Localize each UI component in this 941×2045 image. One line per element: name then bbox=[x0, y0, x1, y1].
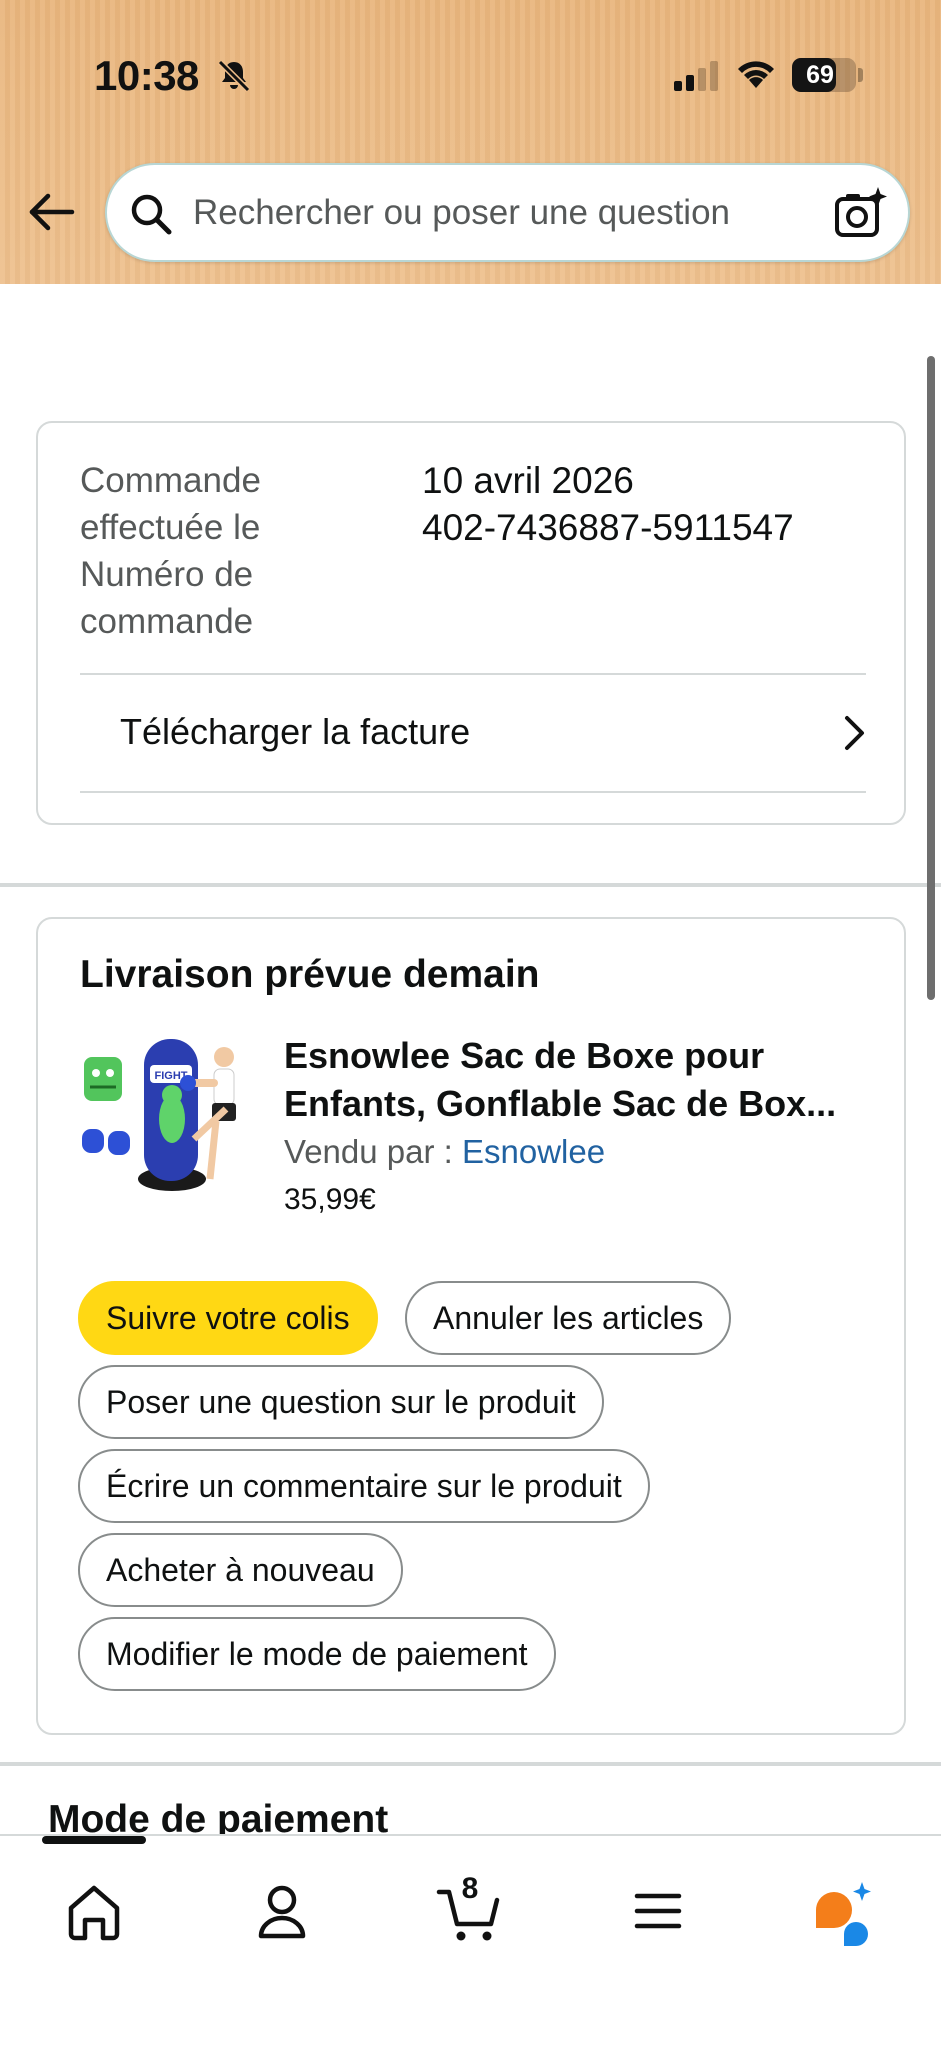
order-date: 10 avril 2026 bbox=[422, 460, 634, 501]
download-invoice-link[interactable]: Télécharger la facture bbox=[80, 675, 866, 791]
chevron-right-icon bbox=[845, 716, 864, 750]
camera-sparkle-icon[interactable] bbox=[833, 185, 889, 241]
track-package-button[interactable]: Suivre votre colis bbox=[78, 1281, 378, 1355]
search-icon bbox=[131, 194, 172, 235]
ask-product-question-button[interactable]: Poser une question sur le produit bbox=[78, 1365, 604, 1439]
product-image[interactable]: FIGHT bbox=[76, 1029, 246, 1199]
battery-nub bbox=[858, 68, 863, 82]
cellular-signal-icon bbox=[674, 61, 718, 91]
order-info-card: Commande effectuée le Numéro de commande… bbox=[36, 421, 906, 825]
delivery-status-title: Livraison prévue demain bbox=[80, 953, 540, 996]
nav-assistant[interactable] bbox=[808, 1876, 878, 1946]
search-bar[interactable]: Rechercher ou poser une question bbox=[105, 163, 910, 262]
order-info-labels: Commande effectuée le Numéro de commande bbox=[80, 461, 261, 641]
order-number: 402-7436887-5911547 bbox=[422, 507, 794, 548]
change-payment-method-button[interactable]: Modifier le mode de paiement bbox=[78, 1617, 556, 1691]
battery-icon: 69 bbox=[792, 58, 856, 92]
status-time: 10:38 bbox=[94, 52, 199, 99]
cancel-items-button[interactable]: Annuler les articles bbox=[405, 1281, 732, 1355]
product-title-link[interactable]: Esnowlee Sac de Boxe pour Enfants, Gonfl… bbox=[284, 1032, 884, 1128]
delivery-card: Livraison prévue demain FIGHT Esnowlee S… bbox=[36, 917, 906, 1735]
section-separator bbox=[0, 1762, 941, 1766]
write-review-button[interactable]: Écrire un commentaire sur le produit bbox=[78, 1449, 650, 1523]
order-info-values: 10 avril 2026 402-7436887-5911547 bbox=[422, 457, 794, 551]
download-invoice-label: Télécharger la facture bbox=[120, 711, 471, 752]
nav-cart[interactable]: 8 bbox=[435, 1872, 505, 1946]
sold-by-label: Vendu par : bbox=[284, 1133, 453, 1170]
search-input[interactable]: Rechercher ou poser une question bbox=[193, 193, 730, 233]
section-separator bbox=[0, 883, 941, 887]
nav-account[interactable] bbox=[247, 1876, 317, 1946]
user-icon bbox=[258, 1885, 306, 1939]
bottom-navigation: 8 bbox=[0, 1834, 941, 2045]
sold-by-line: Vendu par : Esnowlee bbox=[284, 1133, 605, 1171]
back-arrow-icon[interactable] bbox=[26, 192, 76, 232]
top-header: 10:38 69 Rechercher ou poser une questio… bbox=[0, 0, 941, 284]
battery-level: 69 bbox=[806, 61, 834, 89]
home-icon bbox=[68, 1885, 120, 1941]
divider bbox=[80, 791, 866, 793]
product-price: 35,99€ bbox=[284, 1183, 376, 1216]
seller-link[interactable]: Esnowlee bbox=[462, 1133, 605, 1170]
active-tab-indicator bbox=[42, 1836, 146, 1844]
scrollbar[interactable] bbox=[927, 356, 935, 1000]
bell-slash-icon bbox=[217, 59, 251, 93]
buy-again-button[interactable]: Acheter à nouveau bbox=[78, 1533, 403, 1607]
rufus-assistant-icon bbox=[816, 1882, 871, 1946]
menu-icon bbox=[634, 1893, 682, 1929]
wifi-icon bbox=[738, 61, 774, 88]
nav-home[interactable] bbox=[59, 1876, 129, 1946]
cart-count-badge: 8 bbox=[461, 1872, 479, 1905]
nav-menu[interactable] bbox=[623, 1876, 693, 1946]
